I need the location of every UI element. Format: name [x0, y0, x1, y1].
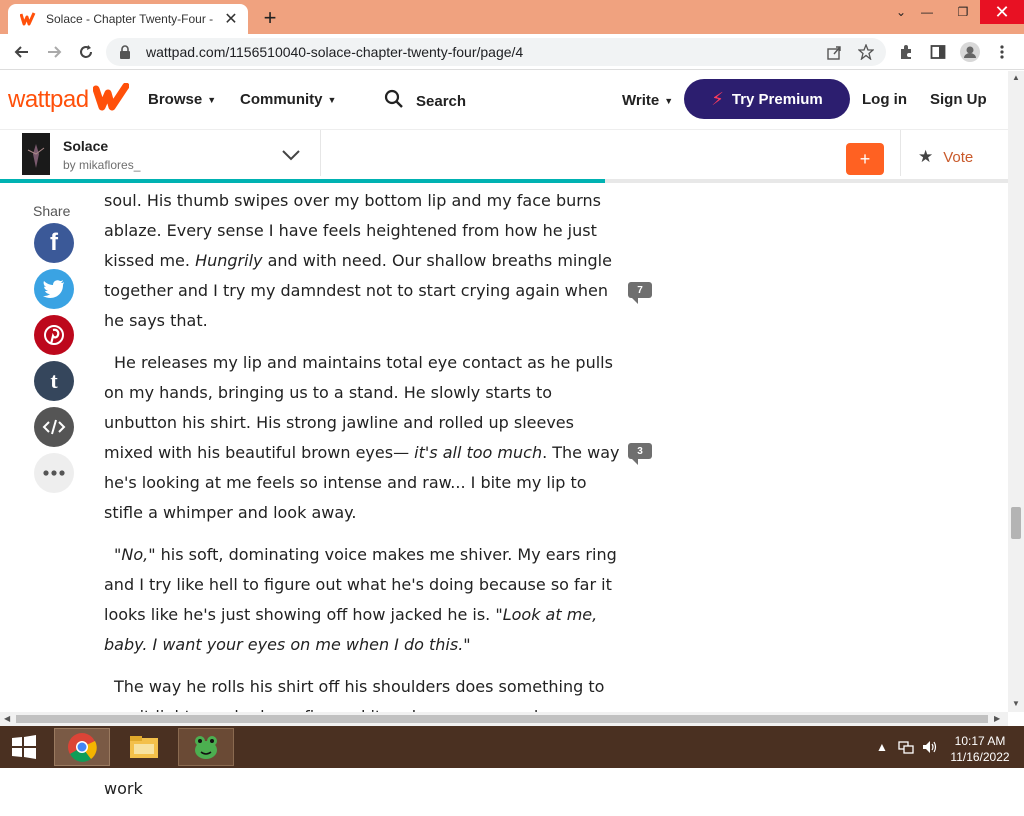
story-toolbar: Solace by mikaflores_ + ★ Vote [0, 129, 1008, 183]
search-label: Search [416, 93, 467, 110]
try-premium-button[interactable]: ⚡ Try Premium [684, 79, 850, 119]
search-icon [384, 89, 404, 114]
chevron-down-icon: ▼ [207, 94, 217, 105]
chrome-taskbar-icon[interactable] [54, 728, 110, 766]
app-frog-icon[interactable] [178, 728, 234, 766]
clock-date: 11/16/2022 [950, 750, 1010, 764]
more-icon[interactable] [34, 453, 74, 493]
paragraph-italic: Hungrily [195, 251, 263, 270]
login-link[interactable]: Log in [862, 91, 907, 108]
network-icon[interactable] [898, 726, 914, 768]
write-label: Write [622, 92, 660, 109]
share-label: Share [33, 203, 71, 219]
tab-title: Solace - Chapter Twenty-Four - P [46, 12, 214, 26]
url-text: wattpad.com/1156510040-solace-chapter-tw… [146, 44, 524, 60]
browse-label: Browse [148, 91, 203, 108]
extensions-icon[interactable] [894, 40, 918, 64]
scrollbar-thumb[interactable] [16, 715, 988, 723]
comment-count: 3 [628, 443, 652, 459]
scroll-left-icon[interactable]: ◀ [4, 714, 10, 723]
share-page-icon[interactable] [826, 44, 842, 60]
story-cover-image[interactable] [22, 133, 50, 175]
wattpad-wordmark: wattpad [8, 85, 89, 113]
forward-arrow-icon[interactable] [42, 40, 66, 64]
inline-comment-badge[interactable]: 3 [628, 443, 652, 465]
twitter-icon[interactable] [34, 269, 74, 309]
close-tab-icon[interactable]: ✕ [222, 10, 240, 28]
file-explorer-icon[interactable] [118, 728, 170, 766]
divider [900, 130, 901, 176]
story-paragraph: soul. His thumb swipes over my bottom li… [104, 186, 628, 336]
minimize-button[interactable]: — [910, 0, 944, 24]
wattpad-w-icon [92, 82, 130, 116]
story-paragraph: "No," his soft, dominating voice makes m… [104, 540, 628, 660]
clock-time: 10:17 AM [954, 734, 1006, 748]
browse-menu[interactable]: Browse ▼ [148, 91, 216, 108]
comment-count: 7 [628, 282, 652, 298]
comment-bubble-tail [632, 459, 638, 465]
new-tab-button[interactable]: + [258, 5, 282, 30]
facebook-icon[interactable]: f [34, 223, 74, 263]
vertical-scrollbar[interactable]: ▲ ▼ [1008, 71, 1024, 712]
story-title[interactable]: Solace [63, 138, 108, 154]
horizontal-scrollbar[interactable]: ◀ ▶ [0, 712, 1008, 726]
browser-titlebar: Solace - Chapter Twenty-Four - P ✕ + ⌄ —… [0, 0, 1024, 34]
search-button[interactable]: Search [384, 89, 466, 114]
comment-bubble-tail [632, 298, 638, 304]
signup-link[interactable]: Sign Up [930, 91, 987, 108]
scroll-down-icon[interactable]: ▼ [1012, 699, 1020, 708]
inline-comment-badge[interactable]: 7 [628, 282, 652, 304]
write-menu[interactable]: Write ▼ [622, 92, 673, 109]
windows-taskbar: ▲ 10:17 AM 11/16/2022 [0, 726, 1024, 768]
community-label: Community [240, 91, 323, 108]
site-header: wattpad Browse ▼ Community ▼ Search Writ… [0, 71, 1008, 129]
vote-label: Vote [943, 148, 974, 166]
vote-button[interactable]: ★ Vote [918, 147, 973, 167]
star-icon: ★ [918, 147, 934, 166]
wattpad-favicon-icon [20, 11, 36, 27]
premium-label: Try Premium [731, 90, 823, 108]
wattpad-logo[interactable]: wattpad [8, 82, 130, 116]
bookmark-star-icon[interactable] [858, 44, 874, 60]
back-arrow-icon[interactable] [10, 40, 34, 64]
maximize-button[interactable]: ❐ [946, 0, 980, 24]
embed-icon[interactable] [34, 407, 74, 447]
add-to-library-button[interactable]: + [846, 143, 884, 175]
reload-icon[interactable] [74, 40, 98, 64]
paragraph-italic: it's all too much [414, 443, 543, 462]
divider [320, 130, 321, 176]
chevron-down-icon: ▼ [664, 95, 674, 106]
profile-avatar-icon[interactable] [958, 40, 982, 64]
scroll-up-icon[interactable]: ▲ [1012, 73, 1020, 82]
tumblr-icon[interactable]: t [34, 361, 74, 401]
lightning-icon: ⚡ [711, 88, 724, 109]
lock-icon[interactable] [118, 45, 132, 59]
browser-tab[interactable]: Solace - Chapter Twenty-Four - P ✕ [8, 4, 248, 34]
reading-progress-fill [0, 179, 605, 183]
show-hidden-icons[interactable]: ▲ [876, 726, 888, 768]
chevron-down-icon[interactable] [280, 144, 302, 166]
system-clock[interactable]: 10:17 AM 11/16/2022 [948, 733, 1012, 765]
reading-progress-bar [0, 179, 1008, 183]
scroll-right-icon[interactable]: ▶ [994, 714, 1000, 723]
browser-toolbar: wattpad.com/1156510040-solace-chapter-tw… [0, 34, 1024, 70]
browser-menu-icon[interactable] [990, 40, 1014, 64]
story-author[interactable]: by mikaflores_ [63, 158, 140, 172]
close-window-button[interactable]: ✕ [980, 0, 1024, 24]
address-bar[interactable]: wattpad.com/1156510040-solace-chapter-tw… [106, 38, 886, 66]
story-paragraph: He releases my lip and maintains total e… [104, 348, 628, 528]
community-menu[interactable]: Community ▼ [240, 91, 336, 108]
chevron-down-icon: ▼ [327, 94, 337, 105]
volume-icon[interactable] [922, 726, 938, 768]
windows-start-icon[interactable] [6, 728, 42, 766]
paragraph-italic: "No," [114, 545, 156, 564]
pinterest-icon[interactable] [34, 315, 74, 355]
scrollbar-thumb[interactable] [1011, 507, 1021, 539]
side-panel-icon[interactable] [926, 40, 950, 64]
